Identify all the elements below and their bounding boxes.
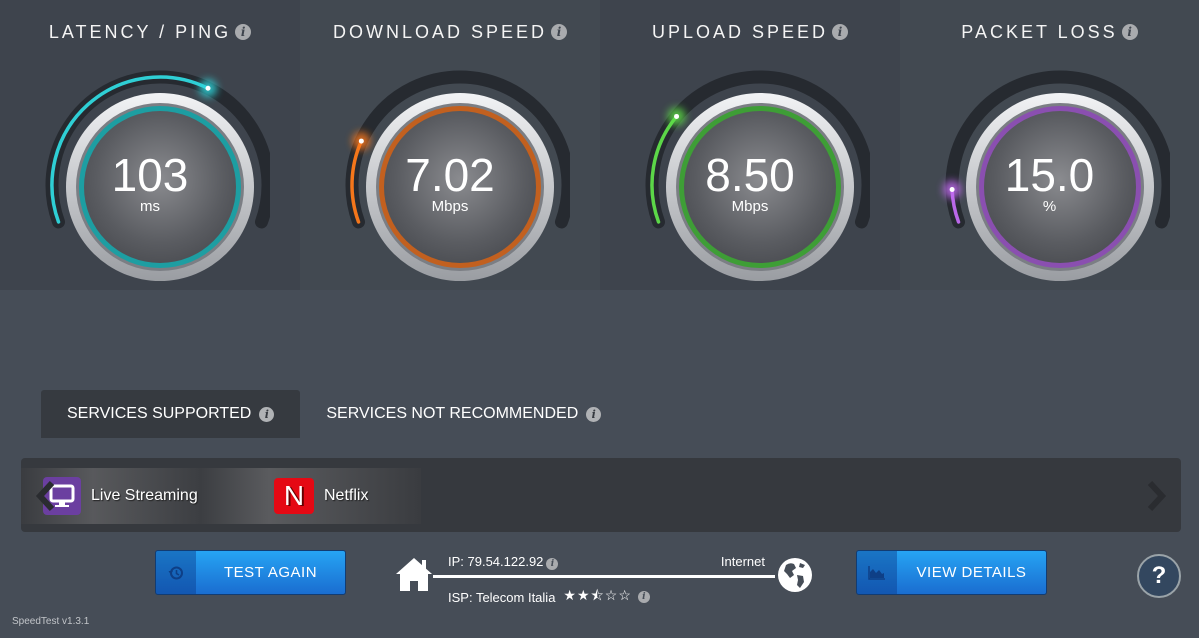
services-carousel: Live Streaming N Netflix <box>21 458 1181 532</box>
help-button[interactable]: ? <box>1137 554 1181 598</box>
info-icon[interactable]: i <box>259 407 275 422</box>
services-list: Live Streaming N Netflix <box>21 468 421 524</box>
gauge-panel-latency: LATENCY / PING i 103 ms <box>0 0 300 290</box>
info-icon[interactable]: i <box>1121 24 1138 40</box>
gauge-title-text: PACKET LOSS <box>961 22 1118 42</box>
connection-info: IP: 79.54.122.92 i ISP: Telecom Italia ★★⯪… <box>395 548 815 608</box>
app-version: SpeedTest v1.3.1 <box>12 616 90 627</box>
info-icon[interactable]: i <box>637 591 650 603</box>
info-icon[interactable]: i <box>546 558 559 570</box>
carousel-prev-button[interactable] <box>35 480 57 512</box>
gauge-panel-upload: UPLOAD SPEED i 8.50 Mbps <box>600 0 900 290</box>
netflix-icon: N <box>274 478 314 514</box>
isp-text: ISP: Telecom Italia <box>448 589 556 605</box>
info-icon[interactable]: i <box>832 24 849 40</box>
service-item-live-streaming[interactable]: Live Streaming <box>43 468 198 524</box>
gauge-panel-download: DOWNLOAD SPEED i 7.02 Mbps <box>300 0 600 290</box>
gauges-row: LATENCY / PING i 103 ms DOWNLOAD SPEED i 7.… <box>0 0 1199 290</box>
service-item-netflix[interactable]: N Netflix <box>274 468 368 524</box>
gauge-title: PACKET LOSS i <box>900 22 1199 43</box>
carousel-next-button[interactable] <box>1145 480 1167 512</box>
gauge-value: 8.50 <box>705 149 795 201</box>
tab-services-supported[interactable]: SERVICES SUPPORTED i <box>41 390 301 438</box>
gauge-title-text: DOWNLOAD SPEED <box>332 22 548 42</box>
view-details-label: VIEW DETAILS <box>916 564 1027 581</box>
connection-line <box>433 575 775 578</box>
isp-rating-stars: ★★⯪☆☆ <box>563 587 632 603</box>
service-name: Netflix <box>324 487 369 504</box>
gauge-unit: Mbps <box>731 198 769 215</box>
isp-info: ISP: Telecom Italia ★★⯪☆☆ i <box>448 585 650 609</box>
info-icon[interactable]: i <box>235 24 252 40</box>
view-details-button[interactable]: VIEW DETAILS <box>856 550 1047 595</box>
tab-label: SERVICES SUPPORTED <box>67 405 252 422</box>
gauge-title-text: UPLOAD SPEED <box>651 22 829 42</box>
test-again-button[interactable]: TEST AGAIN <box>155 550 346 595</box>
home-icon <box>396 558 432 591</box>
tab-label: SERVICES NOT RECOMMENDED <box>326 405 579 422</box>
gauge-indicator-dot <box>358 138 364 144</box>
ip-address: IP: 79.54.122.92 i <box>448 554 559 570</box>
internet-label: Internet <box>720 554 765 569</box>
area-chart-icon <box>857 551 897 594</box>
gauge-panel-packet-loss: PACKET LOSS i 15.0% <box>900 0 1199 290</box>
test-again-label: TEST AGAIN <box>223 564 318 581</box>
ip-text: IP: 79.54.122.92 <box>448 554 544 569</box>
gauge-unit: ms <box>140 198 160 215</box>
gauge-unit: % <box>1042 198 1057 215</box>
globe-icon <box>778 558 812 592</box>
gauge-title: UPLOAD SPEED i <box>600 22 900 43</box>
gauge-indicator-dot <box>674 113 680 119</box>
gauge-title: LATENCY / PING i <box>0 22 300 43</box>
services-tabs: SERVICES SUPPORTED i SERVICES NOT RECOMME… <box>41 390 627 438</box>
gauge-value: 15.0 <box>1004 149 1095 201</box>
gauge-title-text: LATENCY / PING <box>48 22 232 42</box>
gauge-title: DOWNLOAD SPEED i <box>300 22 600 43</box>
gauge-indicator-dot <box>205 85 211 91</box>
tab-services-not-recommended[interactable]: SERVICES NOT RECOMMENDED i <box>300 390 627 438</box>
gauge-unit: Mbps <box>431 198 469 215</box>
history-icon <box>156 551 196 594</box>
service-name: Live Streaming <box>91 487 198 504</box>
gauge-value: 103 <box>111 149 189 201</box>
gauge-value: 7.02 <box>405 149 495 201</box>
info-icon[interactable]: i <box>551 24 568 40</box>
info-icon[interactable]: i <box>586 407 602 422</box>
